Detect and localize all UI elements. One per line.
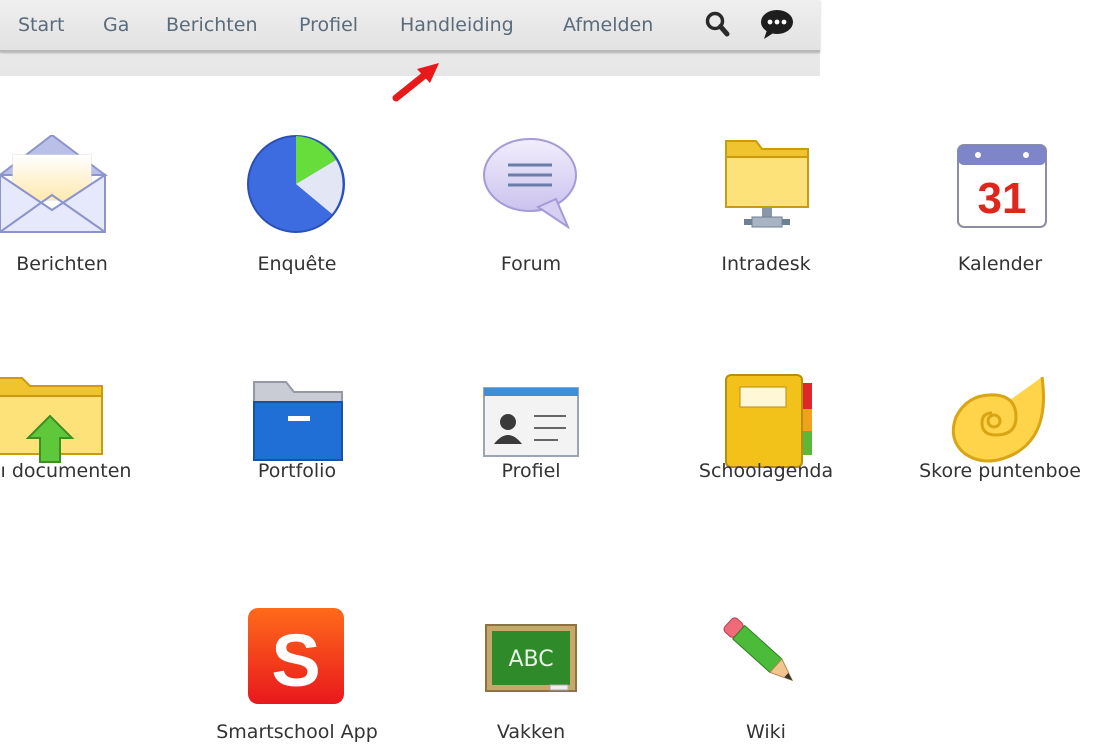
red-arrow-icon	[392, 61, 442, 107]
calendar-day-number: 31	[978, 174, 1027, 223]
app-label-intradesk[interactable]: Intradesk	[721, 253, 810, 275]
menu-item-handleiding[interactable]: Handleiding	[400, 14, 514, 36]
menu-item-afmelden[interactable]: Afmelden	[563, 14, 653, 36]
chat-bubble-icon[interactable]	[760, 8, 794, 44]
menu-item-profiel[interactable]: Profiel	[299, 14, 358, 36]
main-menu: Start Ga Berichten Profiel Handleiding A…	[0, 0, 820, 52]
calendar-icon: 31	[956, 143, 1048, 233]
agenda-book-icon	[722, 373, 816, 473]
app-label-wiki[interactable]: Wiki	[746, 721, 786, 743]
app-label-schoolagenda[interactable]: Schoolagenda	[699, 460, 833, 482]
id-card-icon	[482, 386, 580, 462]
pie-chart-icon	[246, 134, 346, 238]
envelope-icon	[0, 133, 110, 239]
app-label-enquete[interactable]: Enquête	[258, 253, 337, 275]
search-icon[interactable]	[704, 10, 730, 42]
network-folder-icon	[722, 133, 812, 237]
menu-item-berichten[interactable]: Berichten	[166, 14, 257, 36]
app-label-vakken[interactable]: Vakken	[497, 721, 565, 743]
smartschool-logo-letter: S	[271, 619, 320, 702]
app-label-documenten[interactable]: ı documenten	[1, 460, 132, 482]
app-label-portfolio[interactable]: Portfolio	[258, 460, 336, 482]
pencil-icon	[718, 612, 810, 702]
menu-item-start[interactable]: Start	[18, 14, 64, 36]
chalkboard-text: ABC	[508, 647, 553, 672]
app-label-smartschool-app[interactable]: Smartschool App	[216, 721, 378, 743]
speech-bubble-icon	[480, 137, 580, 233]
smartschool-logo-icon: S	[248, 608, 344, 708]
app-label-profiel[interactable]: Profiel	[501, 460, 560, 482]
menu-item-ga[interactable]: Ga	[103, 14, 129, 36]
app-label-berichten[interactable]: Berichten	[16, 253, 107, 275]
blue-folder-icon	[252, 380, 344, 466]
app-label-kalender[interactable]: Kalender	[958, 253, 1042, 275]
chalkboard-icon: ABC	[484, 623, 578, 699]
upload-folder-icon	[0, 374, 105, 470]
app-label-forum[interactable]: Forum	[501, 253, 561, 275]
shell-icon	[946, 373, 1050, 471]
app-label-skore[interactable]: Skore puntenboe	[919, 460, 1081, 482]
